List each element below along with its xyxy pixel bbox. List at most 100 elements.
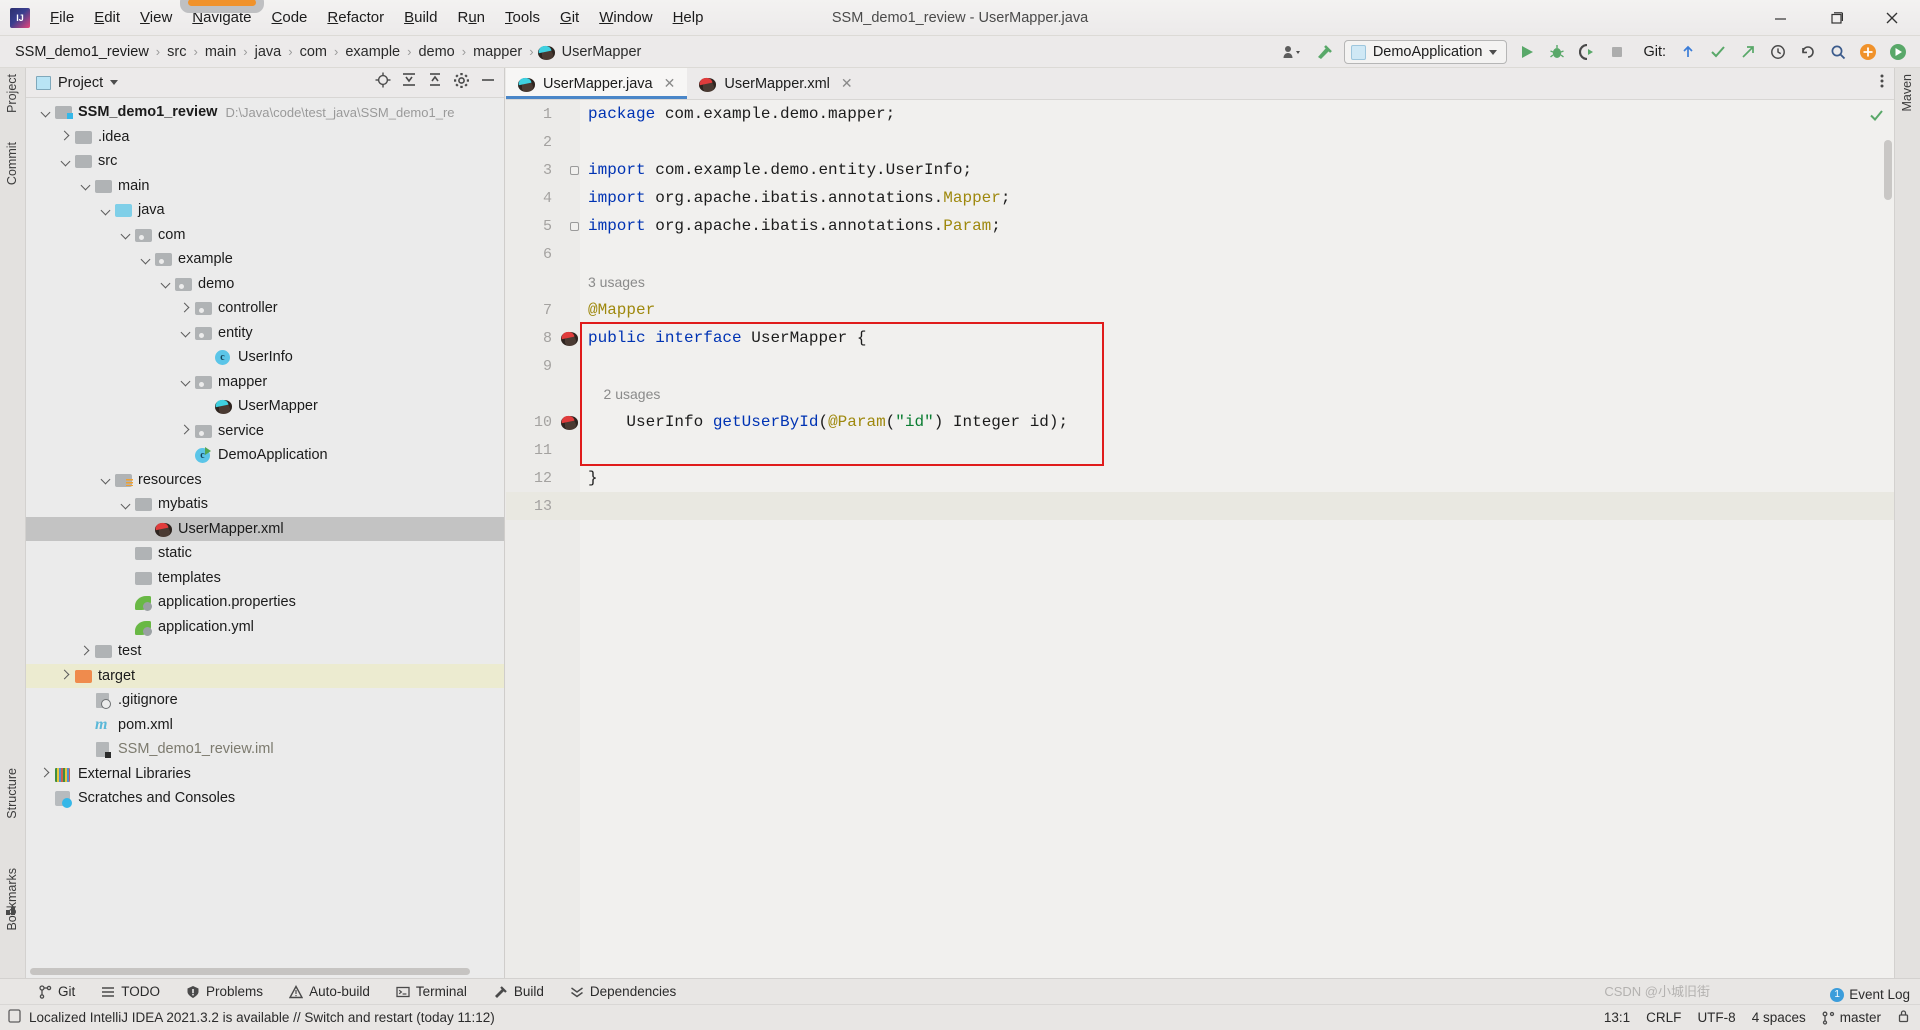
tree-node-service[interactable]: service xyxy=(26,419,504,444)
chevron-down-icon[interactable] xyxy=(120,498,133,511)
code-line[interactable]: 10 UserInfo getUserById(@Param("id") Int… xyxy=(506,408,1894,436)
stop-icon[interactable] xyxy=(1603,39,1631,65)
editor-vertical-scrollbar[interactable] xyxy=(1884,140,1892,200)
tree-node-mapper[interactable]: mapper xyxy=(26,370,504,395)
tree-node-example[interactable]: example xyxy=(26,247,504,272)
tree-node--gitignore[interactable]: .gitignore xyxy=(26,688,504,713)
menu-git[interactable]: Git xyxy=(550,6,589,29)
usage-hint[interactable]: 3 usages xyxy=(580,274,645,290)
project-tree[interactable]: SSM_demo1_review D:\Java\code\test_java\S… xyxy=(26,98,504,962)
tree-node--idea[interactable]: .idea xyxy=(26,125,504,150)
tree-node-static[interactable]: static xyxy=(26,541,504,566)
file-encoding[interactable]: UTF-8 xyxy=(1697,1010,1735,1025)
tree-node-main[interactable]: main xyxy=(26,174,504,199)
debug-icon[interactable] xyxy=(1543,39,1571,65)
breadcrumb-item-2[interactable]: main xyxy=(202,44,239,60)
git-branch-widget[interactable]: master xyxy=(1822,1010,1881,1025)
stripe-item-maven[interactable]: Maven xyxy=(1900,74,1914,112)
tool-window-problems[interactable]: Problems xyxy=(173,979,276,1005)
menu-view[interactable]: View xyxy=(130,6,182,29)
usage-hint[interactable]: 2 usages xyxy=(580,386,661,402)
gear-icon[interactable] xyxy=(453,72,470,94)
project-horizontal-scrollbar[interactable] xyxy=(30,968,480,975)
chevron-down-icon[interactable] xyxy=(160,277,173,290)
lock-icon[interactable] xyxy=(1897,1009,1910,1026)
run-icon[interactable] xyxy=(1513,39,1541,65)
chevron-right-icon[interactable] xyxy=(80,645,93,658)
collapse-all-icon[interactable] xyxy=(427,72,443,93)
expand-all-icon[interactable] xyxy=(401,72,417,93)
close-icon[interactable]: ✕ xyxy=(664,75,676,92)
git-commit-icon[interactable] xyxy=(1704,39,1732,65)
minimize-button[interactable] xyxy=(1752,0,1808,36)
run-coverage-icon[interactable] xyxy=(1573,39,1601,65)
tool-window-dependencies[interactable]: Dependencies xyxy=(557,979,689,1005)
breadcrumb-item-8[interactable]: UserMapper xyxy=(559,44,645,60)
line-separator[interactable]: CRLF xyxy=(1646,1010,1681,1025)
breadcrumb-item-0[interactable]: SSM_demo1_review xyxy=(12,44,152,60)
menu-refactor[interactable]: Refactor xyxy=(317,6,394,29)
caret-position[interactable]: 13:1 xyxy=(1604,1010,1630,1025)
tree-node-scratches-and-consoles[interactable]: Scratches and Consoles xyxy=(26,786,504,811)
ide-icon[interactable] xyxy=(1884,39,1912,65)
indent-setting[interactable]: 4 spaces xyxy=(1752,1010,1806,1025)
tree-node-entity[interactable]: entity xyxy=(26,321,504,346)
tree-node-controller[interactable]: controller xyxy=(26,296,504,321)
tree-node-external-libraries[interactable]: External Libraries xyxy=(26,762,504,787)
search-icon[interactable] xyxy=(1824,39,1852,65)
git-push-icon[interactable] xyxy=(1734,39,1762,65)
chevron-right-icon[interactable] xyxy=(180,302,193,315)
chevron-down-icon[interactable] xyxy=(140,253,153,266)
chevron-down-icon[interactable] xyxy=(100,473,113,486)
code-fold-icon[interactable] xyxy=(570,165,579,175)
more-options-icon[interactable] xyxy=(1880,73,1884,94)
chevron-down-icon[interactable] xyxy=(120,228,133,241)
menu-run[interactable]: Run xyxy=(447,6,495,29)
tree-node-usermapper[interactable]: UserMapper xyxy=(26,394,504,419)
chevron-down-icon[interactable] xyxy=(180,326,193,339)
tab-usermapper-java[interactable]: UserMapper.java ✕ xyxy=(506,68,688,99)
tree-node-mybatis[interactable]: mybatis xyxy=(26,492,504,517)
hide-panel-icon[interactable] xyxy=(480,72,496,93)
stripe-item-project[interactable]: Project xyxy=(5,74,19,113)
code-line[interactable]: 5 import org.apache.ibatis.annotations.Pa… xyxy=(506,212,1894,240)
breadcrumb-item-5[interactable]: example xyxy=(342,44,403,60)
menu-edit[interactable]: Edit xyxy=(84,6,130,29)
tree-node-test[interactable]: test xyxy=(26,639,504,664)
chevron-right-icon[interactable] xyxy=(180,424,193,437)
chevron-right-icon[interactable] xyxy=(40,767,53,780)
breadcrumb-item-3[interactable]: java xyxy=(252,44,285,60)
tool-window-auto-build[interactable]: Auto-build xyxy=(276,979,383,1005)
code-line[interactable]: 9 xyxy=(506,352,1894,380)
tree-node-src[interactable]: src xyxy=(26,149,504,174)
git-update-icon[interactable] xyxy=(1674,39,1702,65)
breadcrumb-item-1[interactable]: src xyxy=(164,44,189,60)
notification-icon[interactable] xyxy=(8,1009,21,1026)
code-editor[interactable]: 1 package com.example.demo.mapper; 2 3 impor… xyxy=(506,100,1894,978)
tab-usermapper-xml[interactable]: UserMapper.xml ✕ xyxy=(687,68,865,99)
stripe-item-bookmarks[interactable]: Bookmarks xyxy=(5,868,19,931)
tree-node-java[interactable]: java xyxy=(26,198,504,223)
user-dropdown-icon[interactable] xyxy=(1280,39,1308,65)
code-line[interactable]: 1 package com.example.demo.mapper; xyxy=(506,100,1894,128)
tree-node-pom-xml[interactable]: m pom.xml xyxy=(26,713,504,738)
tool-window-terminal[interactable]: Terminal xyxy=(383,979,480,1005)
stripe-item-structure[interactable]: Structure xyxy=(5,768,19,819)
undo-icon[interactable] xyxy=(1794,39,1822,65)
status-message[interactable]: Localized IntelliJ IDEA 2021.3.2 is avai… xyxy=(29,1010,495,1025)
mybatis-gutter-icon[interactable] xyxy=(558,414,580,430)
chevron-down-icon[interactable] xyxy=(100,204,113,217)
chevron-down-icon[interactable] xyxy=(80,179,93,192)
build-hammer-icon[interactable] xyxy=(1310,39,1338,65)
tree-node-ssm-demo1-review-iml[interactable]: SSM_demo1_review.iml xyxy=(26,737,504,762)
code-line[interactable]: 13 xyxy=(506,492,1894,520)
tree-node-usermapper-xml[interactable]: UserMapper.xml xyxy=(26,516,504,541)
tree-node-application-yml[interactable]: application.yml xyxy=(26,615,504,640)
close-button[interactable] xyxy=(1864,0,1920,36)
menu-code[interactable]: Code xyxy=(262,6,318,29)
menu-bar[interactable]: File Edit View Navigate Code Refactor Bu… xyxy=(40,0,714,29)
settings-plus-icon[interactable] xyxy=(1854,39,1882,65)
locate-icon[interactable] xyxy=(375,72,391,93)
menu-help[interactable]: Help xyxy=(663,6,714,29)
code-line[interactable]: 4 import org.apache.ibatis.annotations.Ma… xyxy=(506,184,1894,212)
